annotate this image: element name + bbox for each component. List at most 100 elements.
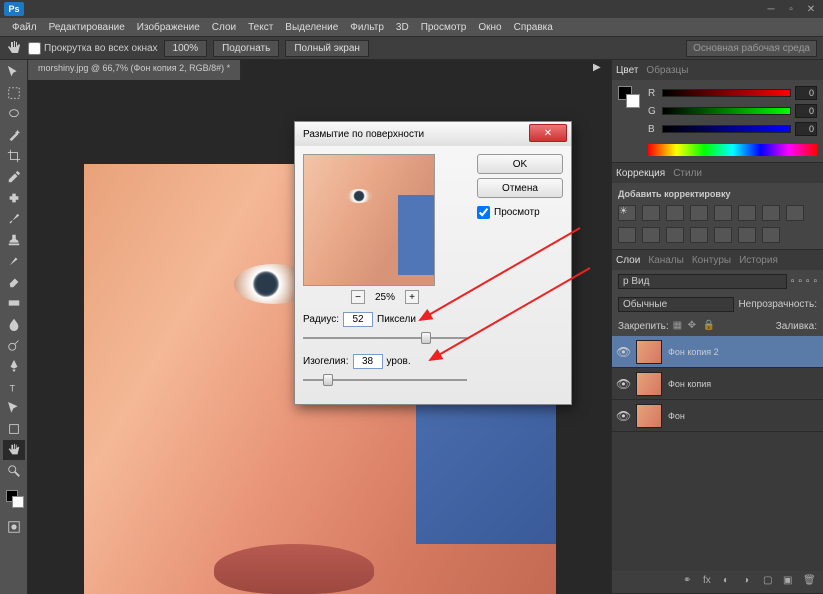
lock-pixels-icon[interactable]: ▦ <box>673 320 685 332</box>
r-slider[interactable] <box>662 89 791 97</box>
menu-text[interactable]: Текст <box>242 20 279 35</box>
preview-checkbox[interactable]: Просмотр <box>477 206 563 219</box>
adj-hue-icon[interactable] <box>738 205 756 221</box>
filter-icon[interactable]: ▫ <box>813 276 817 287</box>
document-tab[interactable]: morshiny.jpg @ 66,7% (Фон копия 2, RGB/8… <box>28 60 241 80</box>
lasso-tool[interactable] <box>3 104 25 124</box>
cancel-button[interactable]: Отмена <box>477 178 563 198</box>
filter-icon[interactable]: ▫ <box>806 276 810 287</box>
marquee-tool[interactable] <box>3 83 25 103</box>
wand-tool[interactable] <box>3 125 25 145</box>
adj-curves-icon[interactable] <box>666 205 684 221</box>
history-brush-tool[interactable] <box>3 251 25 271</box>
link-layers-icon[interactable]: ⚭ <box>683 575 697 589</box>
zoom-in-button[interactable]: + <box>405 290 419 304</box>
minimize-button[interactable]: ─ <box>763 3 779 15</box>
adj-invert-icon[interactable] <box>666 227 684 243</box>
zoom-tool[interactable] <box>3 461 25 481</box>
spectrum-bar[interactable] <box>648 144 817 156</box>
adj-threshold-icon[interactable] <box>714 227 732 243</box>
adj-vibrance-icon[interactable] <box>714 205 732 221</box>
adj-poster-icon[interactable] <box>690 227 708 243</box>
fx-icon[interactable]: fx <box>703 575 717 589</box>
dodge-tool[interactable] <box>3 335 25 355</box>
menu-view[interactable]: Просмотр <box>415 20 473 35</box>
tab-channels[interactable]: Каналы <box>648 255 684 266</box>
heal-tool[interactable] <box>3 188 25 208</box>
trash-icon[interactable]: 🗑 <box>803 575 817 589</box>
menu-edit[interactable]: Редактирование <box>43 20 131 35</box>
menu-select[interactable]: Выделение <box>279 20 344 35</box>
adj-brightness-icon[interactable]: ☀ <box>618 205 636 221</box>
quick-mask-tool[interactable] <box>3 517 25 537</box>
fill-screen-button[interactable]: Полный экран <box>285 40 369 57</box>
shape-tool[interactable] <box>3 419 25 439</box>
preview-thumbnail[interactable] <box>303 154 435 286</box>
tab-styles[interactable]: Стили <box>673 168 702 179</box>
scroll-all-checkbox[interactable]: Прокрутка во всех окнах <box>28 42 158 55</box>
visibility-icon[interactable]: 👁 <box>616 409 630 423</box>
fg-bg-swatch[interactable] <box>618 86 642 110</box>
visibility-icon[interactable]: 👁 <box>616 345 630 359</box>
radius-input[interactable] <box>343 312 373 327</box>
zoom-out-button[interactable]: − <box>351 290 365 304</box>
g-value[interactable]: 0 <box>795 104 817 118</box>
layer-row[interactable]: 👁 Фон копия <box>612 368 823 400</box>
tab-color[interactable]: Цвет <box>616 65 638 76</box>
menu-image[interactable]: Изображение <box>131 20 206 35</box>
path-tool[interactable] <box>3 398 25 418</box>
pen-tool[interactable] <box>3 356 25 376</box>
adj-gradient-icon[interactable] <box>738 227 756 243</box>
adj-photo-icon[interactable] <box>786 205 804 221</box>
radius-slider[interactable] <box>303 330 467 346</box>
stamp-tool[interactable] <box>3 230 25 250</box>
ok-button[interactable]: OK <box>477 154 563 174</box>
menu-3d[interactable]: 3D <box>390 20 415 35</box>
eyedropper-tool[interactable] <box>3 167 25 187</box>
tab-history[interactable]: История <box>739 255 778 266</box>
dialog-close-button[interactable]: ✕ <box>529 124 567 142</box>
tab-layers[interactable]: Слои <box>616 255 640 266</box>
type-tool[interactable]: T <box>3 377 25 397</box>
zoom-100-button[interactable]: 100% <box>164 40 208 57</box>
new-layer-icon[interactable]: ▣ <box>783 575 797 589</box>
adj-lookup-icon[interactable] <box>642 227 660 243</box>
group-icon[interactable]: ▢ <box>763 575 777 589</box>
blur-tool[interactable] <box>3 314 25 334</box>
menu-window[interactable]: Окно <box>472 20 507 35</box>
filter-icon[interactable]: ▫ <box>798 276 802 287</box>
tab-swatches[interactable]: Образцы <box>646 65 688 76</box>
crop-tool[interactable] <box>3 146 25 166</box>
threshold-input[interactable] <box>353 354 383 369</box>
adj-selective-icon[interactable] <box>762 227 780 243</box>
b-slider[interactable] <box>662 125 791 133</box>
layer-kind-filter[interactable]: р Вид <box>618 274 787 289</box>
menu-layer[interactable]: Слои <box>206 20 242 35</box>
r-value[interactable]: 0 <box>795 86 817 100</box>
menu-file[interactable]: Файл <box>6 20 43 35</box>
b-value[interactable]: 0 <box>795 122 817 136</box>
menu-filter[interactable]: Фильтр <box>344 20 390 35</box>
lock-all-icon[interactable]: 🔒 <box>703 320 715 332</box>
color-swatches[interactable] <box>3 486 25 516</box>
adjustment-layer-icon[interactable]: ◑ <box>743 575 757 589</box>
close-window-button[interactable]: ✕ <box>803 3 819 15</box>
g-slider[interactable] <box>662 107 791 115</box>
lock-position-icon[interactable]: ✥ <box>688 320 700 332</box>
filter-icon[interactable]: ▫ <box>791 276 795 287</box>
adj-exposure-icon[interactable] <box>690 205 708 221</box>
fit-screen-button[interactable]: Подогнать <box>213 40 279 57</box>
adj-bw-icon[interactable] <box>762 205 780 221</box>
workspace-selector[interactable]: Основная рабочая среда <box>686 40 817 57</box>
adj-levels-icon[interactable] <box>642 205 660 221</box>
visibility-icon[interactable]: 👁 <box>616 377 630 391</box>
play-icon[interactable]: ▶ <box>593 62 607 76</box>
layer-row[interactable]: 👁 Фон копия 2 <box>612 336 823 368</box>
mask-icon[interactable]: ◐ <box>723 575 737 589</box>
menu-help[interactable]: Справка <box>508 20 559 35</box>
threshold-slider[interactable] <box>303 372 467 388</box>
tab-paths[interactable]: Контуры <box>692 255 731 266</box>
hand-tool[interactable] <box>3 440 25 460</box>
blend-mode-select[interactable]: Обычные <box>618 297 734 312</box>
restore-button[interactable]: ▫ <box>783 3 799 15</box>
